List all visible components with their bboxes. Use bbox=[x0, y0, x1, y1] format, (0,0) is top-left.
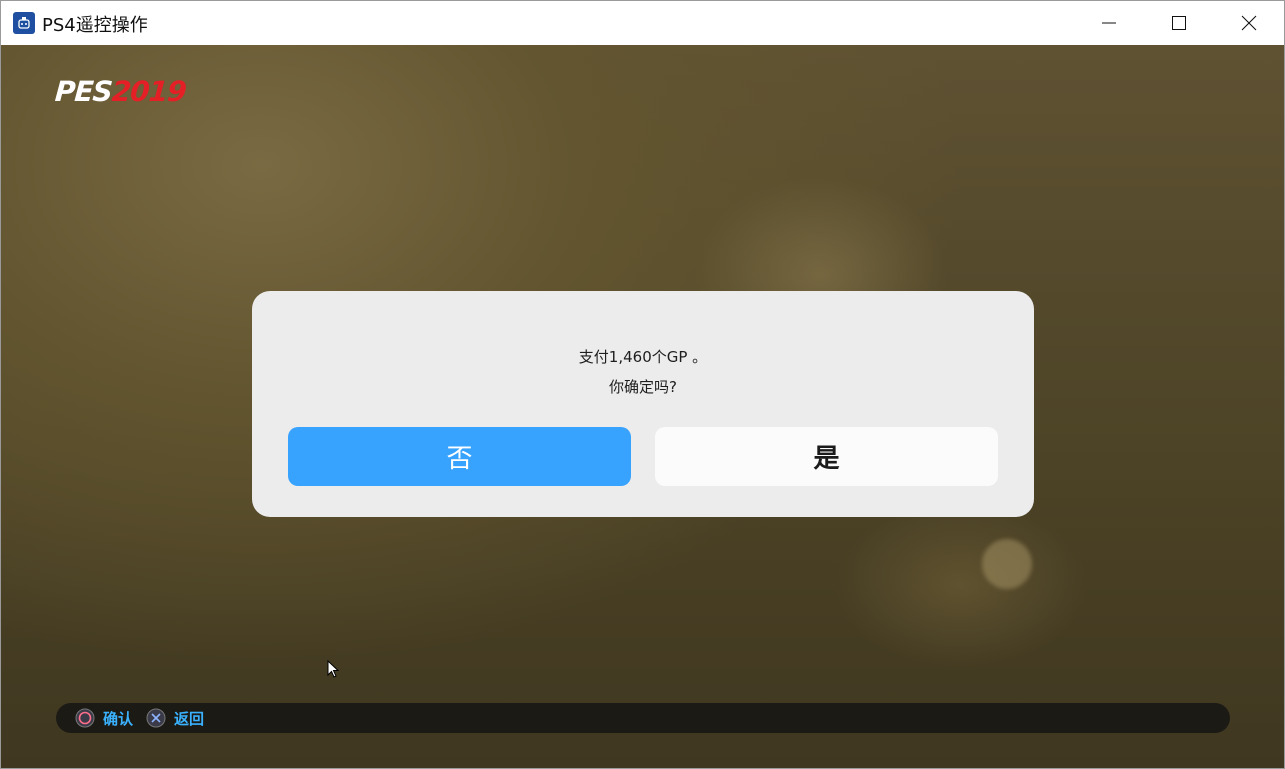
no-button[interactable]: 否 bbox=[288, 427, 631, 486]
game-screen[interactable]: PES2019 支付1,460个GP 。 你确定吗? 否 是 确认 返回 bbox=[1, 45, 1284, 768]
yes-button[interactable]: 是 bbox=[655, 427, 998, 486]
background-bokeh bbox=[982, 539, 1032, 589]
minimize-icon bbox=[1102, 22, 1116, 24]
hint-confirm-label: 确认 bbox=[103, 709, 134, 728]
circle-button-icon bbox=[75, 708, 95, 728]
ps4-remote-icon bbox=[13, 12, 35, 34]
maximize-button[interactable] bbox=[1144, 1, 1214, 45]
close-icon bbox=[1241, 15, 1257, 31]
hint-back-label: 返回 bbox=[174, 709, 205, 728]
pes-2019-logo: PES2019 bbox=[53, 75, 187, 108]
maximize-icon bbox=[1172, 16, 1186, 30]
app-window: PS4遥控操作 PES2019 支付1,460个GP 。 你确定吗? 否 是 确… bbox=[0, 0, 1285, 769]
window-title: PS4遥控操作 bbox=[42, 15, 148, 36]
title-bar[interactable]: PS4遥控操作 bbox=[1, 1, 1284, 45]
dialog-message-line2: 你确定吗? bbox=[609, 378, 677, 396]
logo-year-text: 2019 bbox=[110, 75, 187, 108]
hint-confirm[interactable]: 确认 bbox=[75, 703, 133, 733]
dialog-message-line1: 支付1,460个GP 。 bbox=[578, 348, 708, 366]
mouse-cursor-icon bbox=[327, 660, 339, 678]
button-hint-bar: 确认 返回 bbox=[56, 703, 1230, 733]
logo-pes-text: PES bbox=[53, 75, 114, 108]
minimize-button[interactable] bbox=[1074, 1, 1144, 45]
close-button[interactable] bbox=[1214, 1, 1284, 45]
hint-back[interactable]: 返回 bbox=[146, 703, 204, 733]
confirm-dialog: 支付1,460个GP 。 你确定吗? 否 是 bbox=[252, 291, 1034, 517]
cross-button-icon bbox=[146, 708, 166, 728]
